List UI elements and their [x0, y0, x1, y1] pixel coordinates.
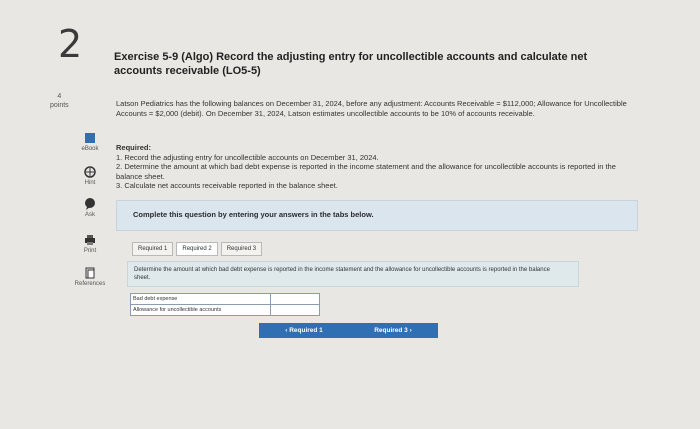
- table-row: Bad debt expense: [130, 293, 320, 305]
- book-icon: [85, 133, 95, 143]
- points-indicator: 4 points: [50, 92, 69, 110]
- sidebar-item-ask[interactable]: Ask: [70, 198, 110, 218]
- prev-button-label: Required 1: [289, 327, 323, 334]
- sidebar-item-label: Hint: [84, 180, 96, 186]
- printer-icon: [85, 235, 95, 245]
- bad-debt-expense-input[interactable]: [271, 294, 319, 304]
- required-item: 3. Calculate net accounts receivable rep…: [116, 181, 338, 190]
- allowance-input[interactable]: [271, 305, 319, 315]
- row-label: Allowance for uncollectible accounts: [131, 305, 271, 315]
- instructions-banner: Complete this question by entering your …: [116, 200, 638, 231]
- banner-text: Complete this question by entering your …: [133, 210, 374, 219]
- answer-table: Bad debt expense Allowance for uncollect…: [130, 293, 320, 316]
- required-tabs: Required 1 Required 2 Required 3: [132, 242, 263, 256]
- sidebar-item-label: Print: [83, 248, 97, 254]
- exercise-intro: Latson Pediatrics has the following bala…: [116, 99, 627, 118]
- hint-icon: [84, 166, 96, 178]
- table-row: Allowance for uncollectible accounts: [130, 305, 320, 316]
- sidebar-item-ebook[interactable]: eBook: [70, 132, 110, 152]
- sidebar-item-label: References: [74, 281, 106, 287]
- required-section: Required: 1. Record the adjusting entry …: [116, 143, 636, 191]
- required-item: 2. Determine the amount at which bad deb…: [116, 162, 616, 181]
- tab-required-1[interactable]: Required 1: [132, 242, 174, 256]
- row-label: Bad debt expense: [131, 294, 271, 304]
- references-icon: [85, 267, 95, 279]
- prev-button[interactable]: ‹ Required 1: [259, 323, 349, 338]
- points-label: points: [50, 102, 69, 109]
- chevron-right-icon: ›: [407, 327, 412, 334]
- sidebar-item-print[interactable]: Print: [70, 234, 110, 254]
- points-value: 4: [57, 93, 62, 100]
- tab-required-2[interactable]: Required 2: [176, 242, 218, 256]
- tab-instruction-text: Determine the amount at which bad debt e…: [134, 267, 550, 281]
- sidebar-item-hint[interactable]: Hint: [70, 166, 110, 186]
- next-button[interactable]: Required 3 ›: [348, 323, 438, 338]
- tab-required-3[interactable]: Required 3: [220, 242, 263, 256]
- tab-instruction-box: Determine the amount at which bad debt e…: [127, 261, 579, 287]
- chat-bubble-icon: [85, 198, 95, 210]
- exercise-title: Exercise 5-9 (Algo) Record the adjusting…: [114, 51, 588, 77]
- sidebar-item-references[interactable]: References: [70, 267, 110, 287]
- next-button-label: Required 3: [374, 327, 408, 334]
- required-heading: Required:: [116, 143, 152, 152]
- sidebar-item-label: eBook: [81, 146, 99, 152]
- sidebar-item-label: Ask: [84, 212, 95, 218]
- required-item: 1. Record the adjusting entry for uncoll…: [116, 152, 379, 162]
- question-number: 2: [58, 22, 83, 66]
